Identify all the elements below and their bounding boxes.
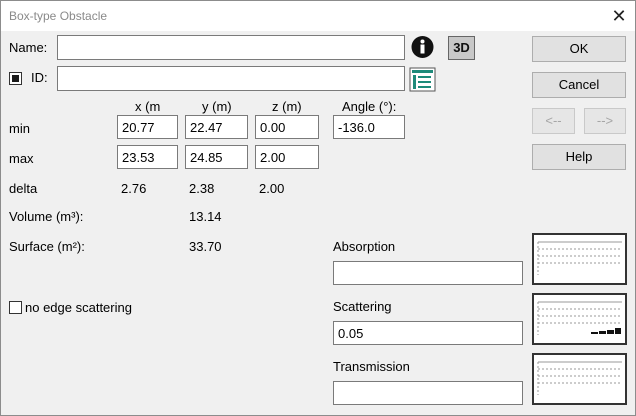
max-z-input[interactable] (255, 145, 319, 169)
id-input[interactable] (57, 66, 405, 91)
ok-button[interactable]: OK (532, 36, 626, 62)
delta-x-value: 2.76 (121, 181, 147, 196)
previous-button[interactable]: <-- (532, 108, 575, 134)
info-button[interactable] (409, 34, 436, 60)
angle-input[interactable] (333, 115, 405, 139)
transmission-label: Transmission (333, 359, 410, 374)
min-label: min (9, 121, 30, 136)
no-edge-scattering-checkbox[interactable] (9, 301, 22, 314)
transmission-input[interactable] (333, 381, 523, 405)
surface-value: 33.70 (189, 239, 222, 254)
list-picker-icon (409, 67, 436, 92)
transmission-graph-button[interactable] (532, 353, 627, 405)
angle-column-header: Angle (°): (342, 99, 397, 114)
no-edge-scattering-label: no edge scattering (25, 300, 132, 315)
3d-view-button[interactable]: 3D (448, 36, 475, 60)
scattering-label: Scattering (333, 299, 392, 314)
info-icon (411, 36, 434, 58)
id-checkbox[interactable] (9, 72, 22, 85)
absorption-label: Absorption (333, 239, 396, 254)
scattering-graph-button[interactable] (532, 293, 627, 345)
3d-icon: 3D (453, 40, 470, 55)
name-input[interactable] (57, 35, 405, 60)
max-y-input[interactable] (185, 145, 248, 169)
z-column-header: z (m) (272, 99, 302, 114)
absorption-input[interactable] (333, 261, 523, 285)
min-z-input[interactable] (255, 115, 319, 139)
min-x-input[interactable] (117, 115, 178, 139)
name-label: Name: (9, 40, 48, 55)
title-bar: Box-type Obstacle ✕ (1, 1, 635, 31)
scattering-graph-icon (537, 301, 622, 335)
absorption-graph-button[interactable] (532, 233, 627, 285)
max-x-input[interactable] (117, 145, 178, 169)
y-column-header: y (m) (202, 99, 232, 114)
scattering-input[interactable] (333, 321, 523, 345)
next-button[interactable]: --> (584, 108, 626, 134)
volume-value: 13.14 (189, 209, 222, 224)
delta-label: delta (9, 181, 38, 196)
id-label: ID: (31, 70, 48, 85)
absorption-graph-icon (537, 241, 622, 275)
min-y-input[interactable] (185, 115, 248, 139)
delta-y-value: 2.38 (189, 181, 215, 196)
close-icon[interactable]: ✕ (605, 4, 633, 28)
window-title: Box-type Obstacle (9, 9, 108, 23)
surface-label: Surface (m²): (9, 239, 85, 254)
volume-label: Volume (m³): (9, 209, 84, 224)
delta-z-value: 2.00 (259, 181, 285, 196)
max-label: max (9, 151, 34, 166)
transmission-graph-icon (537, 361, 622, 395)
help-button[interactable]: Help (532, 144, 626, 170)
cancel-button[interactable]: Cancel (532, 72, 626, 98)
id-list-button[interactable] (409, 67, 436, 92)
x-column-header: x (m (135, 99, 161, 114)
